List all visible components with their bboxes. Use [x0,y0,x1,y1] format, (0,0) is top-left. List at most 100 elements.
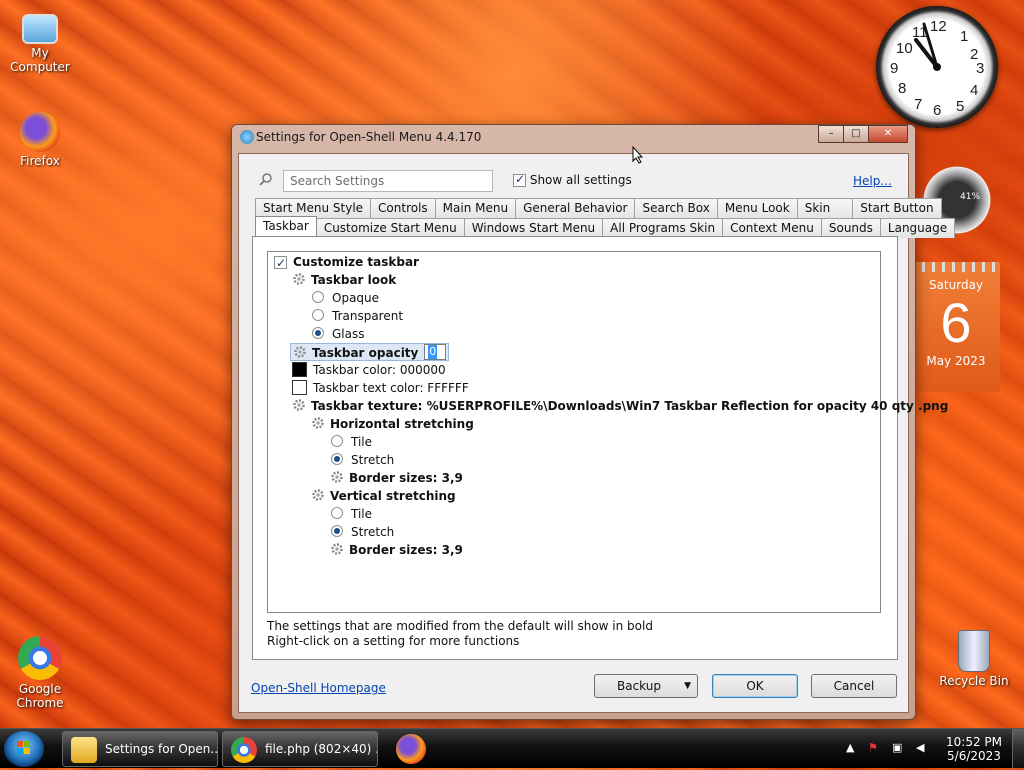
desktop-icon-my-computer[interactable]: My Computer [0,10,80,74]
option-label: Tile [351,507,373,521]
window-title: Settings for Open-Shell Menu 4.4.170 [256,130,482,144]
checkbox-box[interactable] [274,254,287,272]
setting-customize-taskbar[interactable]: Customize taskbar [274,253,419,272]
opacity-value: 0 [428,345,438,359]
tab-start-menu-style[interactable]: Start Menu Style [255,198,372,218]
setting-v-border-sizes[interactable]: Border sizes: 3,9 [330,541,463,559]
network-icon[interactable]: ▣ [892,742,904,754]
setting-label: Taskbar text color: FFFFFF [313,381,469,395]
option-transparent[interactable]: Transparent [312,307,403,325]
radio-button[interactable] [331,525,343,537]
tab-search-box[interactable]: Search Box [634,198,718,218]
option-glass[interactable]: Glass [312,325,365,343]
desktop-icon-firefox[interactable]: Firefox [0,112,80,168]
desktop-icon-google-chrome[interactable]: Google Chrome [0,636,80,710]
gear-icon [294,346,306,358]
taskbar-button-chrome[interactable]: file.php (802×40) ... [222,731,378,767]
tab-windows-start-menu[interactable]: Windows Start Menu [463,218,604,238]
desktop-icon-label: Recycle Bin [939,674,1009,688]
search-icon [259,173,272,186]
radio-button[interactable] [312,327,324,339]
start-button[interactable] [4,731,44,767]
cancel-button[interactable]: Cancel [811,674,897,698]
tab-controls[interactable]: Controls [370,198,436,218]
clock-tray[interactable]: 10:52 PM 5/6/2023 [946,735,1002,763]
cpu-meter-readout: 41% [960,192,981,202]
tab-context-menu[interactable]: Context Menu [722,218,822,238]
tab-start-button[interactable]: Start Button [852,198,942,218]
open-shell-homepage-link[interactable]: Open-Shell Homepage [251,681,386,695]
checkbox-box[interactable] [513,172,526,187]
maximize-button[interactable]: □ [843,125,869,143]
tab-customize-start-menu[interactable]: Customize Start Menu [315,218,465,238]
option-v-tile[interactable]: Tile [331,505,372,523]
setting-taskbar-text-color[interactable]: Taskbar text color: FFFFFF [292,379,469,397]
backup-button[interactable]: Backup ▼ [594,674,698,698]
tab-sounds[interactable]: Sounds [820,218,881,238]
calendar-gadget[interactable]: Saturday 6 May 2023 [912,262,1000,392]
tab-row-2: Taskbar Customize Start Menu Windows Sta… [255,216,956,238]
computer-icon [22,14,58,44]
settings-tree[interactable]: Customize taskbar Taskbar look Opaque Tr… [267,251,948,613]
radio-button[interactable] [312,309,324,321]
tab-taskbar[interactable]: Taskbar [255,216,317,238]
option-label: Tile [351,435,373,449]
option-h-stretch[interactable]: Stretch [331,451,394,469]
option-label: Opaque [332,291,380,305]
show-hidden-icons-icon[interactable]: ▲ [846,742,858,754]
setting-taskbar-look[interactable]: Taskbar look [292,271,396,289]
tab-all-programs-skin[interactable]: All Programs Skin [602,218,724,238]
folder-icon [71,737,97,763]
radio-button[interactable] [331,507,343,519]
title-bar[interactable]: Settings for Open-Shell Menu 4.4.170 – □… [232,125,915,149]
option-opaque[interactable]: Opaque [312,289,379,307]
help-link[interactable]: Help... [853,174,892,188]
option-label: Stretch [351,453,395,467]
dropdown-arrow-icon: ▼ [684,681,691,691]
gear-icon [331,543,343,555]
volume-icon[interactable]: ◀ [916,742,928,754]
setting-taskbar-opacity[interactable]: Taskbar opacity 0 [290,343,450,361]
gear-icon [312,489,324,501]
setting-horizontal-stretching[interactable]: Horizontal stretching [311,415,474,433]
opacity-edit-field[interactable]: 0 [424,344,447,360]
radio-button[interactable] [312,291,324,303]
setting-h-border-sizes[interactable]: Border sizes: 3,9 [330,469,463,487]
setting-vertical-stretching[interactable]: Vertical stretching [311,487,456,505]
tab-language[interactable]: Language [879,218,956,238]
taskbar-button-settings[interactable]: Settings for Open... [62,731,218,767]
tab-menu-look[interactable]: Menu Look [716,198,798,218]
setting-taskbar-color[interactable]: Taskbar color: 000000 [292,361,446,379]
clock-hands-icon [914,22,941,71]
show-all-settings-checkbox[interactable]: Show all settings [513,172,632,187]
minimize-button[interactable]: – [818,125,844,143]
tab-general-behavior[interactable]: General Behavior [515,198,636,218]
search-settings-input[interactable]: Search Settings [283,170,493,192]
close-button[interactable]: ✕ [868,125,908,143]
tab-skin[interactable]: Skin [796,198,854,218]
option-label: Transparent [332,309,404,323]
clock-gadget[interactable]: 12 1 2 3 4 5 6 7 8 9 10 11 [876,6,998,128]
color-swatch[interactable] [292,362,307,377]
gear-icon [293,273,305,285]
windows-logo-icon [17,741,30,754]
calendar-weekday: Saturday [928,278,984,292]
option-h-tile[interactable]: Tile [331,433,372,451]
calendar-day: 6 [940,291,972,354]
tab-main-menu[interactable]: Main Menu [434,198,517,218]
setting-taskbar-texture[interactable]: Taskbar texture: %USERPROFILE%\Downloads… [292,397,948,415]
ok-button[interactable]: OK [712,674,798,698]
option-label: Stretch [351,525,395,539]
taskbar: Settings for Open... file.php (802×40) .… [0,728,1024,769]
radio-button[interactable] [331,435,343,447]
recycle-bin-icon [958,630,990,672]
tray-time: 10:52 PM [946,735,1002,749]
radio-button[interactable] [331,453,343,465]
desktop-icon-recycle-bin[interactable]: Recycle Bin [934,630,1014,688]
show-desktop-button[interactable] [1012,729,1024,769]
option-v-stretch[interactable]: Stretch [331,523,394,541]
color-swatch[interactable] [292,380,307,395]
desktop-icon-label: Firefox [20,154,60,168]
taskbar-pinned-firefox[interactable] [396,734,426,764]
action-center-flag-icon[interactable]: ⚑ [868,742,880,754]
